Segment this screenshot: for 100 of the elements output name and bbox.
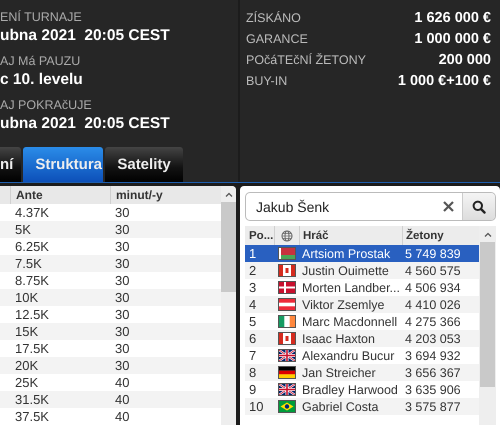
table-cell-text: 25K bbox=[14, 375, 40, 390]
player-name: Jan Streicher bbox=[301, 366, 377, 380]
player-row[interactable]: 6 Isaac Haxton 4 203 053 bbox=[245, 330, 479, 347]
player-row[interactable]: 1 Artsiom Prostak 5 749 839 bbox=[245, 245, 479, 262]
scroll-up-icon[interactable] bbox=[484, 232, 492, 237]
table-cell-text: 15K bbox=[14, 324, 40, 339]
table-cell-text: 30 bbox=[114, 324, 130, 339]
search-icon bbox=[472, 200, 486, 214]
search-button[interactable] bbox=[462, 193, 495, 220]
player-row[interactable]: 2 Justin Ouimette 4 560 575 bbox=[245, 262, 479, 279]
player-name: Isaac Haxton bbox=[301, 332, 376, 346]
scrollbar[interactable] bbox=[221, 186, 236, 425]
info-label: AJ POKRAčUJE bbox=[0, 98, 93, 114]
table-cell-text: 7.5K bbox=[14, 256, 43, 271]
column-header[interactable]: Žetony bbox=[403, 230, 479, 242]
table-cell-text: 6.25K bbox=[14, 239, 50, 254]
table-cell-text: 17.5K bbox=[14, 341, 50, 356]
player-name: Bradley Harwood bbox=[301, 382, 399, 396]
chips-cell-text: 3 575 877 bbox=[404, 400, 462, 414]
close-icon[interactable] bbox=[443, 201, 454, 212]
flag-icon bbox=[278, 332, 296, 345]
flag-icon bbox=[278, 315, 296, 328]
scrollbar[interactable] bbox=[479, 226, 496, 425]
info-label: ENÍ TURNAJE bbox=[0, 10, 83, 26]
table-cell-text: 30 bbox=[114, 341, 130, 356]
search-field[interactable]: Jakub Šenk bbox=[245, 192, 496, 221]
player-name: Morten Landber... bbox=[301, 280, 401, 294]
stat-label: POčáTEčNÍ ŽETONY bbox=[246, 53, 366, 67]
position-cell-text: 5 bbox=[248, 314, 258, 329]
table-cell-text: 30 bbox=[114, 256, 130, 271]
flag-icon bbox=[278, 247, 296, 260]
table-cell-text: 8.75K bbox=[14, 273, 50, 288]
position-cell-text: 6 bbox=[248, 331, 258, 346]
table-cell-text: 4.37K bbox=[14, 205, 50, 220]
table-cell-text: 40 bbox=[114, 375, 130, 390]
table-cell-text: 10K bbox=[14, 290, 40, 305]
flag-icon bbox=[278, 383, 296, 396]
table-cell-text: 30 bbox=[114, 358, 130, 373]
flag-icon bbox=[278, 264, 296, 277]
position-cell-text: 1 bbox=[248, 246, 258, 261]
player-name: Justin Ouimette bbox=[301, 264, 390, 278]
chips-cell-text: 3 694 932 bbox=[404, 348, 462, 362]
table-cell-text: 30 bbox=[114, 273, 130, 288]
stat-value: 1 000 €+100 € bbox=[398, 73, 491, 89]
scroll-up-icon[interactable] bbox=[224, 192, 232, 197]
table-cell-text: 20K bbox=[14, 358, 40, 373]
tab[interactable]: Satelity bbox=[105, 147, 183, 182]
tab[interactable]: ní bbox=[0, 147, 22, 182]
info-value: ubna 2021 20:05 CEST bbox=[0, 27, 171, 46]
position-cell-text: 4 bbox=[248, 297, 258, 312]
position-cell-text: 3 bbox=[248, 280, 258, 295]
table-cell-text: 30 bbox=[114, 205, 130, 220]
flag-icon bbox=[278, 281, 296, 294]
table-cell-text: 30 bbox=[114, 307, 130, 322]
flag-icon bbox=[278, 366, 296, 379]
player-row[interactable]: 4 Viktor Zsemlye 4 410 026 bbox=[245, 296, 479, 313]
chips-cell-text: 5 749 839 bbox=[404, 246, 462, 260]
position-cell-text: 2 bbox=[248, 263, 258, 278]
table-cell-text: 40 bbox=[114, 409, 130, 424]
player-name: Alexandru Bucur bbox=[301, 348, 396, 362]
player-name: Marc Macdonnell bbox=[301, 314, 398, 328]
stat-label: BUY-IN bbox=[246, 74, 288, 88]
flag-icon bbox=[278, 400, 296, 413]
chips-cell-text: 3 656 367 bbox=[404, 366, 462, 380]
column-header[interactable]: minut/-y bbox=[111, 186, 163, 204]
table-cell-text: 30 bbox=[114, 222, 130, 237]
info-value: c 10. levelu bbox=[0, 71, 84, 90]
table-cell-text: 30 bbox=[114, 239, 130, 254]
stat-value: 1 626 000 € bbox=[414, 10, 491, 26]
table-cell-text: 12.5K bbox=[14, 307, 50, 322]
table-cell-text: 37.5K bbox=[14, 409, 50, 424]
chips-cell-text: 4 560 575 bbox=[404, 264, 462, 278]
table-cell-text: 30 bbox=[114, 290, 130, 305]
chips-cell-text: 4 275 366 bbox=[404, 314, 462, 328]
player-name: Viktor Zsemlye bbox=[301, 298, 386, 312]
player-row[interactable]: 8 Jan Streicher 3 656 367 bbox=[245, 364, 479, 381]
search-text: Jakub Šenk bbox=[255, 198, 330, 214]
globe-icon[interactable] bbox=[281, 230, 293, 242]
table-cell-text: 40 bbox=[114, 392, 130, 407]
position-cell-text: 10 bbox=[248, 399, 264, 414]
chips-cell-text: 4 203 053 bbox=[404, 332, 462, 346]
stat-value: 200 000 bbox=[438, 52, 491, 68]
position-cell-text: 7 bbox=[248, 348, 258, 363]
tab[interactable]: Struktura bbox=[23, 147, 104, 182]
stat-label: ZÍSKÁNO bbox=[246, 11, 301, 25]
position-cell-text: 9 bbox=[248, 382, 258, 397]
table-cell-text: 5K bbox=[14, 222, 32, 237]
player-name: Artsiom Prostak bbox=[301, 246, 392, 260]
info-label: AJ Má PAUZU bbox=[0, 54, 82, 70]
player-row[interactable]: 10 Gabriel Costa 3 575 877 bbox=[245, 398, 479, 415]
chips-cell-text: 4 506 934 bbox=[404, 280, 462, 294]
chips-cell-text: 4 410 026 bbox=[404, 298, 462, 312]
stat-label: GARANCE bbox=[246, 32, 308, 46]
table-cell-text: 31.5K bbox=[14, 392, 50, 407]
player-name: Gabriel Costa bbox=[301, 400, 380, 414]
chips-cell-text: 3 635 906 bbox=[404, 382, 462, 396]
position-cell-text: 8 bbox=[248, 365, 258, 380]
info-value: ubna 2021 20:05 CEST bbox=[0, 115, 171, 134]
flag-icon bbox=[278, 349, 296, 362]
flag-icon bbox=[278, 298, 296, 311]
